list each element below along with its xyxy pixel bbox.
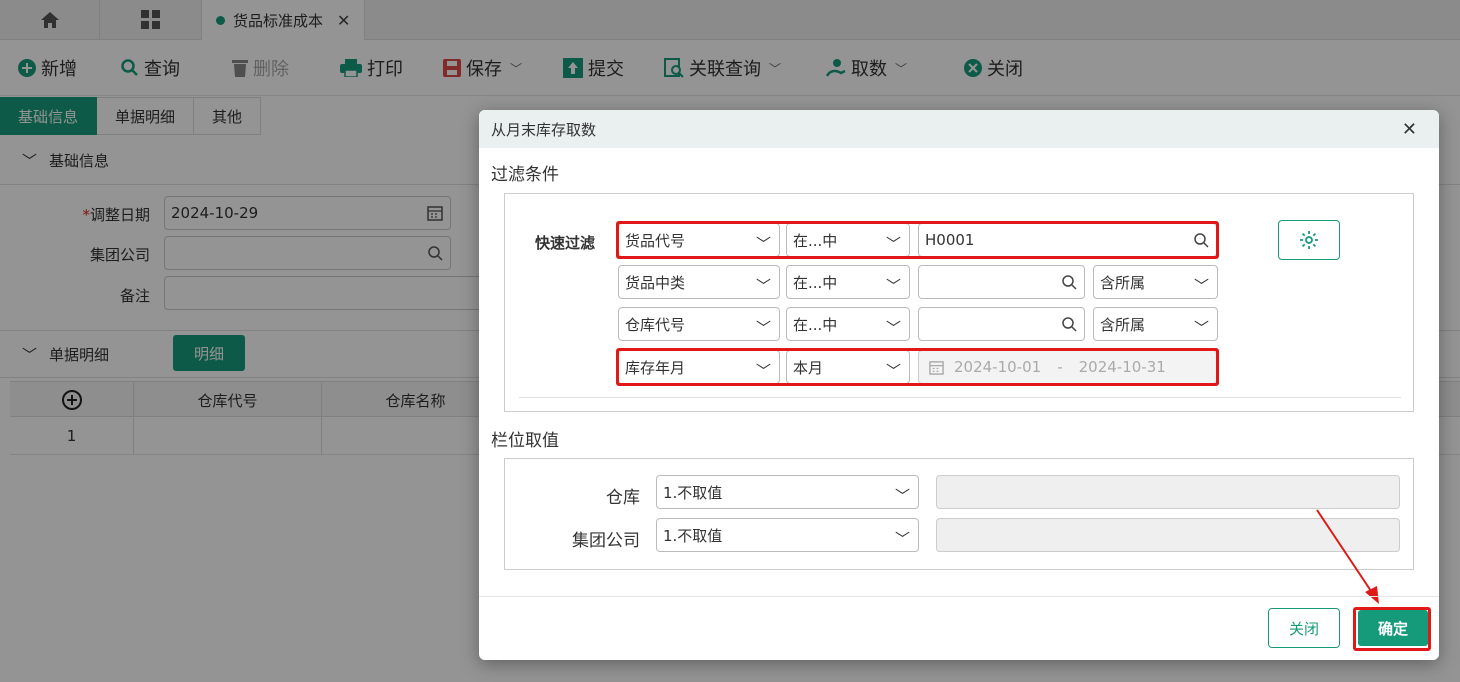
filter-operator-select[interactable]: 本月 ﹀	[786, 350, 910, 384]
filter-value-input[interactable]	[918, 307, 1085, 341]
dialog-close-button[interactable]: 关闭	[1268, 608, 1340, 648]
annotation-arrow-icon	[1316, 509, 1379, 604]
close-icon[interactable]: ✕	[1402, 119, 1417, 140]
gear-icon	[1300, 231, 1318, 249]
filter-field-select[interactable]: 库存年月 ﹀	[618, 350, 780, 384]
date-to: 2024-10-31	[1078, 358, 1166, 376]
filter-settings-button[interactable]	[1278, 220, 1340, 260]
chevron-down-icon: ﹀	[755, 319, 771, 337]
chevron-down-icon: ﹀	[755, 277, 771, 295]
filter-operator-select[interactable]: 在...中 ﹀	[786, 307, 910, 341]
chevron-down-icon: ﹀	[885, 362, 901, 380]
column-values-title: 栏位取值	[491, 431, 559, 451]
fetch-dialog: 从月末库存取数 ✕ 过滤条件 快速过滤 货品代号 ﹀ 在...中 ﹀ H0001 货…	[479, 110, 1439, 660]
filter-title: 过滤条件	[491, 165, 559, 185]
group-company-label: 集团公司	[572, 531, 640, 551]
filter-field-select[interactable]: 货品代号 ﹀	[618, 223, 780, 257]
filter-field-select[interactable]: 仓库代号 ﹀	[618, 307, 780, 341]
search-icon	[1194, 233, 1209, 248]
filter-operator-select[interactable]: 在...中 ﹀	[786, 223, 910, 257]
search-icon	[1062, 275, 1077, 290]
dialog-footer-divider	[479, 596, 1439, 597]
dialog-header: 从月末库存取数 ✕	[479, 110, 1439, 148]
date-separator: -	[1057, 358, 1063, 376]
filter-value-input[interactable]: H0001	[918, 223, 1217, 257]
warehouse-value-select[interactable]: 1.不取值 ﹀	[656, 475, 919, 509]
quick-filter-label: 快速过滤	[535, 234, 596, 252]
filter-field-select[interactable]: 货品中类 ﹀	[618, 265, 780, 299]
chevron-down-icon: ﹀	[885, 319, 901, 337]
filter-operator-select[interactable]: 在...中 ﹀	[786, 265, 910, 299]
chevron-down-icon: ﹀	[755, 235, 771, 253]
filter-value-input[interactable]	[918, 265, 1085, 299]
group-company-value-select[interactable]: 1.不取值 ﹀	[656, 518, 919, 552]
chevron-down-icon: ﹀	[755, 362, 771, 380]
warehouse-readonly-field	[936, 475, 1400, 509]
chevron-down-icon: ﹀	[894, 487, 910, 505]
filter-scope-select[interactable]: 含所属 ﹀	[1093, 307, 1218, 341]
date-range-input[interactable]: 2024-10-01 - 2024-10-31	[918, 350, 1217, 384]
dialog-title: 从月末库存取数	[491, 120, 597, 139]
filter-scope-select[interactable]: 含所属 ﹀	[1093, 265, 1218, 299]
chevron-down-icon: ﹀	[885, 235, 901, 253]
chevron-down-icon: ﹀	[1193, 319, 1209, 337]
calendar-icon	[929, 360, 944, 375]
warehouse-label: 仓库	[606, 488, 640, 508]
date-from: 2024-10-01	[954, 358, 1042, 376]
chevron-down-icon: ﹀	[894, 530, 910, 548]
chevron-down-icon: ﹀	[885, 277, 901, 295]
search-icon	[1062, 317, 1077, 332]
confirm-button[interactable]: 确定	[1358, 610, 1428, 646]
chevron-down-icon: ﹀	[1193, 277, 1209, 295]
